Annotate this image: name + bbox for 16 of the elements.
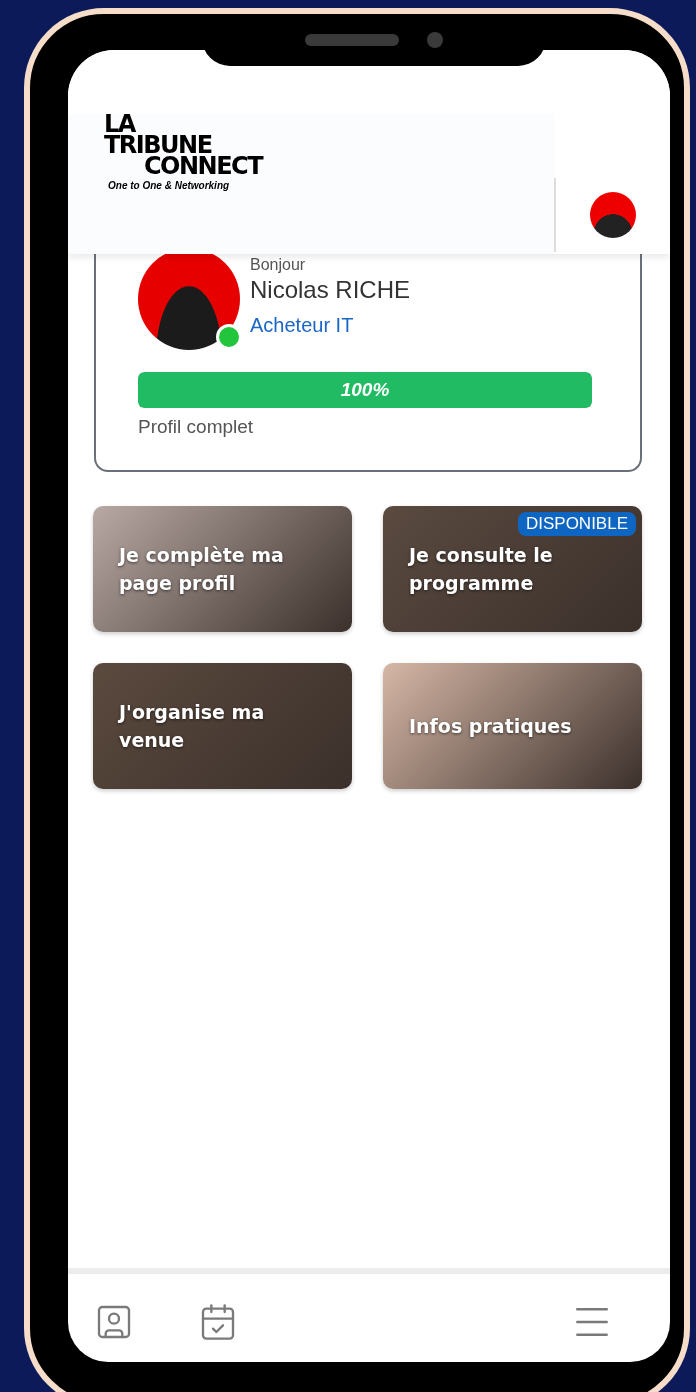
menu-tile[interactable]: J'organise ma venue [93, 663, 352, 789]
menu-tile[interactable]: Je complète ma page profil [93, 506, 352, 632]
user-role: Acheteur IT [250, 314, 355, 337]
greeting-text: Bonjour [250, 256, 307, 274]
logo-text: CONNECT [144, 156, 263, 177]
avatar[interactable] [590, 192, 636, 238]
camera-dot [427, 32, 443, 48]
logo-tagline: One to One & Networking [108, 180, 230, 191]
progress-label: 100% [340, 379, 390, 401]
user-name: Nicolas RICHE [250, 276, 411, 304]
menu-tile[interactable]: Infos pratiques [383, 663, 642, 789]
logo-text: LA [104, 114, 135, 135]
profile-status: Profil complet [138, 416, 255, 438]
status-badge: DISPONIBLE [517, 512, 636, 536]
logo-text: TRIBUNE [104, 135, 212, 156]
menu-tile[interactable]: DISPONIBLE Je consulte le programme [383, 506, 642, 632]
